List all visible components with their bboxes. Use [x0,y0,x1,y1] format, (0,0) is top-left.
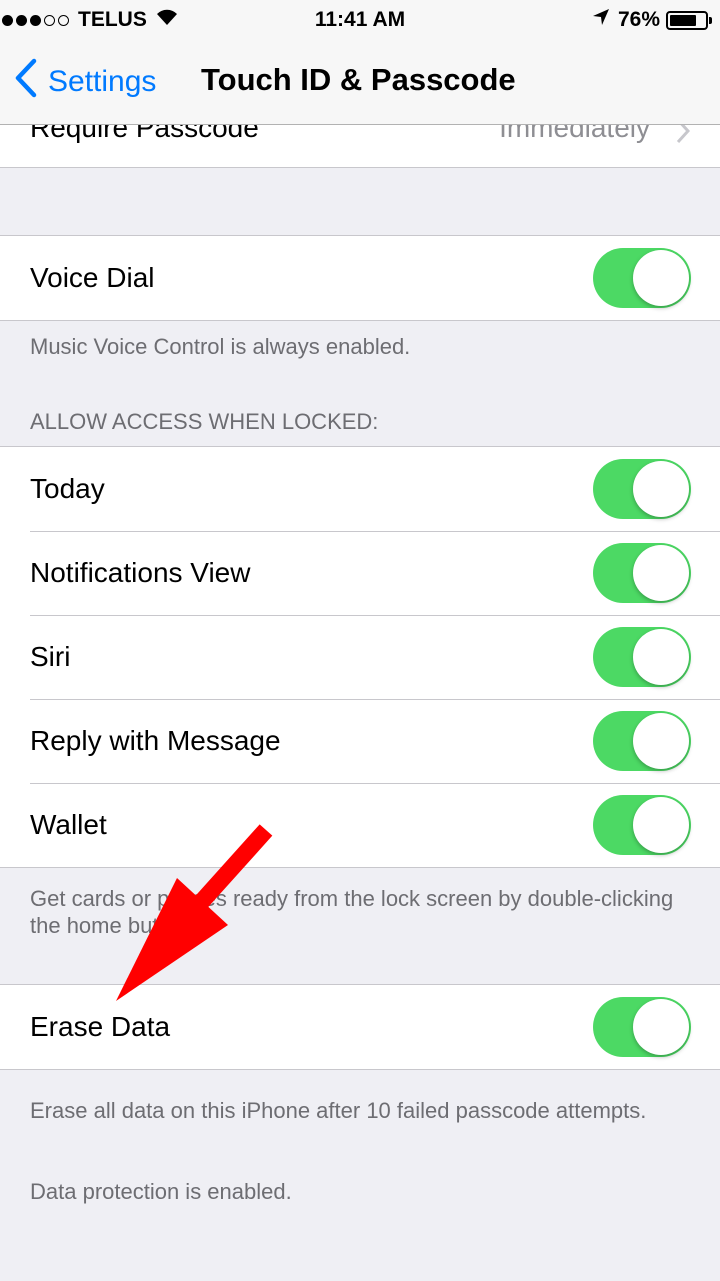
toggle-knob [633,797,689,853]
location-arrow-icon [592,8,610,32]
wallet-label: Wallet [30,809,107,840]
require-passcode-row[interactable]: Require Passcode Immediately [0,124,720,168]
back-button[interactable]: Settings [14,58,156,106]
status-bar: TELUS 11:41 AM 76% [0,0,720,40]
voice-dial-footer: Music Voice Control is always enabled. [30,334,411,359]
notifications-view-toggle[interactable] [593,543,691,603]
siri-row: Siri [0,615,720,699]
notifications-view-label: Notifications View [30,557,251,588]
status-right: 76% [592,8,712,32]
allow-access-header: ALLOW ACCESS WHEN LOCKED: [30,409,379,434]
erase-data-footer: Erase all data on this iPhone after 10 f… [30,1098,647,1123]
battery-icon [666,10,712,30]
allow-access-group: Today Notifications View Siri Reply with… [0,446,720,868]
wallet-toggle[interactable] [593,795,691,855]
battery-cap [709,16,712,24]
toggle-knob [633,461,689,517]
toggle-knob [633,545,689,601]
require-passcode-label: Require Passcode [30,124,259,143]
today-row: Today [0,447,720,531]
erase-data-label: Erase Data [30,1011,171,1042]
reply-with-message-toggle[interactable] [593,711,691,771]
erase-data-toggle[interactable] [593,997,691,1057]
battery-percentage: 76% [617,8,660,31]
reply-with-message-row: Reply with Message [0,699,720,783]
notifications-view-row: Notifications View [0,531,720,615]
erase-data-row: Erase Data [0,985,720,1069]
siri-label: Siri [30,641,71,672]
toggle-knob [633,629,689,685]
reply-with-message-label: Reply with Message [30,725,281,756]
voice-dial-toggle[interactable] [593,248,691,308]
erase-data-group: Erase Data [0,984,720,1070]
require-passcode-value: Immediately [499,124,650,143]
back-button-label: Settings [48,65,157,98]
toggle-knob [633,250,689,306]
wallet-row: Wallet [0,783,720,867]
battery-level [670,14,696,26]
page-title: Touch ID & Passcode [201,62,516,97]
data-protection-footer: Data protection is enabled. [30,1179,292,1204]
navigation-bar: Settings Touch ID & Passcode [0,40,720,125]
voice-dial-label: Voice Dial [30,262,155,293]
today-label: Today [30,473,105,504]
toggle-knob [633,713,689,769]
allow-access-footer: Get cards or passes ready from the lock … [30,886,674,938]
toggle-knob [633,999,689,1055]
chevron-right-icon [676,124,691,149]
voice-dial-group: Voice Dial [0,235,720,321]
today-toggle[interactable] [593,459,691,519]
voice-dial-row: Voice Dial [0,236,720,320]
siri-toggle[interactable] [593,627,691,687]
chevron-left-icon [14,58,38,106]
